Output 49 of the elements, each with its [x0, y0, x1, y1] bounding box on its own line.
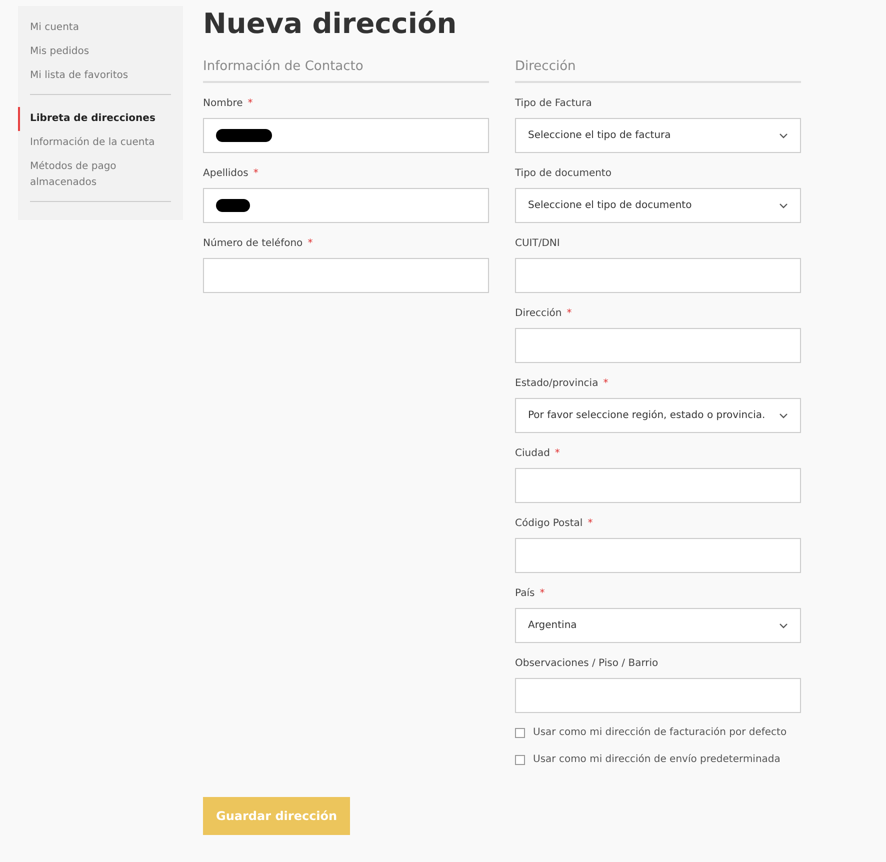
- chevron-down-icon: [779, 132, 788, 138]
- sidebar-link[interactable]: Mis pedidos: [18, 40, 183, 64]
- field-label: CUIT/DNI: [515, 237, 561, 251]
- required-mark: *: [540, 588, 545, 599]
- checkbox-label: Usar como mi dirección de facturación por defecto: [533, 727, 787, 738]
- checkbox[interactable]: [515, 754, 525, 764]
- field-label: Tipo de Factura: [515, 97, 593, 111]
- input-field[interactable]: [515, 538, 801, 573]
- input-field[interactable]: [203, 188, 489, 223]
- chevron-down-icon: [779, 622, 788, 628]
- checkbox-label: Usar como mi dirección de envío predeterminada: [533, 754, 780, 765]
- select-field[interactable]: Seleccione el tipo de documento: [515, 188, 801, 223]
- input-field[interactable]: [203, 258, 489, 293]
- field-label: Código Postal *: [515, 517, 594, 531]
- sidebar-link[interactable]: Mi cuenta: [18, 16, 183, 40]
- field-label: Número de teléfono *: [203, 237, 314, 251]
- field-label: País *: [515, 587, 546, 601]
- field-label: Ciudad *: [515, 447, 561, 461]
- required-mark: *: [248, 98, 253, 109]
- required-mark: *: [253, 168, 258, 179]
- input-field[interactable]: [203, 118, 489, 153]
- sidebar-link[interactable]: Métodos de pago almacenados: [18, 155, 183, 195]
- required-mark: *: [554, 448, 560, 459]
- field-label: Observaciones / Piso / Barrio: [515, 657, 660, 671]
- field-label: Apellidos *: [203, 167, 260, 181]
- select-field[interactable]: Por favor seleccione región, estado o provincia.: [515, 398, 801, 433]
- required-mark: *: [588, 518, 593, 529]
- sidebar-link[interactable]: Mi lista de favoritos: [18, 64, 183, 88]
- field-label: Tipo de documento: [515, 167, 612, 181]
- input-field[interactable]: [515, 678, 801, 713]
- field-label: Dirección *: [515, 307, 573, 321]
- page-title: Nueva dirección: [203, 6, 458, 42]
- select-field[interactable]: Seleccione el tipo de factura: [515, 118, 801, 153]
- checkbox[interactable]: [515, 728, 525, 738]
- section-heading: Información de Contacto: [203, 59, 489, 83]
- required-mark: *: [603, 378, 608, 389]
- select-field[interactable]: Argentina: [515, 608, 801, 643]
- field-label: Estado/provincia *: [515, 377, 610, 391]
- chevron-down-icon: [779, 412, 788, 418]
- input-field[interactable]: [515, 468, 801, 503]
- required-mark: *: [566, 308, 572, 319]
- field-label: Nombre *: [203, 97, 254, 111]
- sidebar-link[interactable]: Información de la cuenta: [18, 131, 183, 155]
- input-field[interactable]: [515, 328, 801, 363]
- sidebar-link[interactable]: Libreta de direcciones: [18, 107, 183, 131]
- chevron-down-icon: [779, 202, 788, 208]
- section-heading: Dirección: [515, 59, 801, 83]
- required-mark: *: [308, 238, 313, 249]
- input-field[interactable]: [515, 258, 801, 293]
